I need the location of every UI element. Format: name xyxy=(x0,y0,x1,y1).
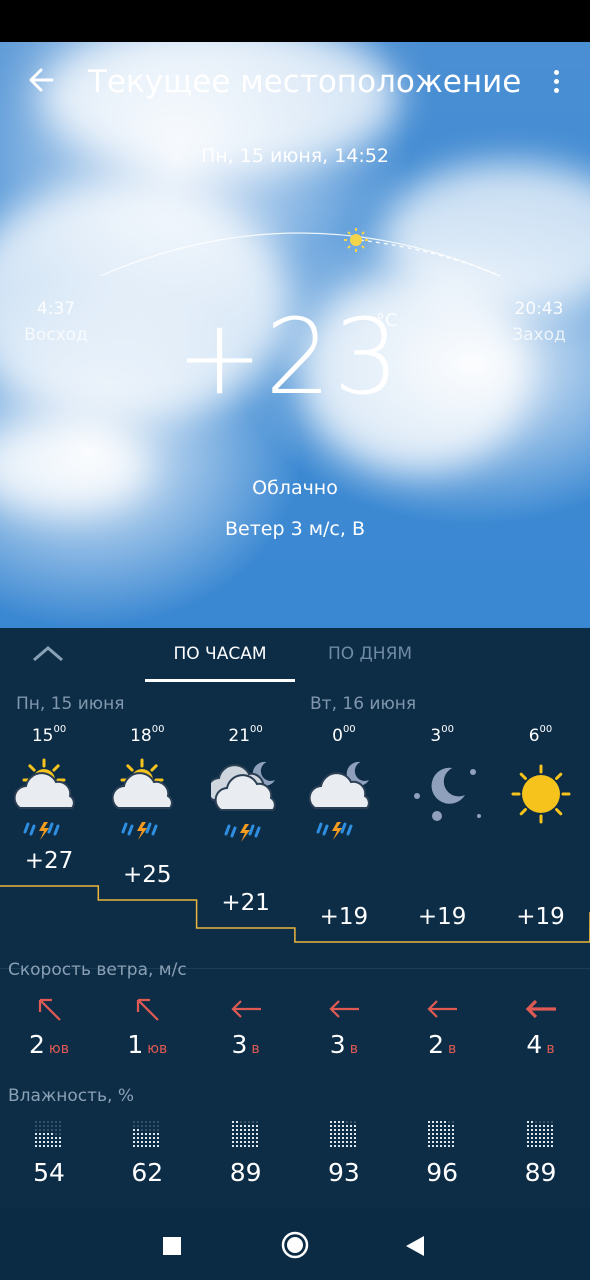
humidity-dots-icon xyxy=(526,1120,556,1150)
current-wind: Ветер 3 м/с, В xyxy=(224,518,365,540)
wind-direction-arrow-icon xyxy=(522,994,562,1024)
humidity-value: 89 xyxy=(229,1158,262,1187)
hour-label: 600 xyxy=(528,724,553,746)
humidity-dots-icon xyxy=(132,1120,162,1150)
wind-direction-arrow-icon xyxy=(30,994,70,1024)
moon-stars-icon xyxy=(407,756,482,838)
hour-label: 1500 xyxy=(31,724,67,746)
day-label-today: Пн, 15 июня xyxy=(16,694,125,714)
wind-speed-value: 1 юв xyxy=(127,1030,168,1059)
wind-speed-value: 3в xyxy=(329,1030,358,1059)
humidity-value: 54 xyxy=(33,1158,65,1187)
humidity-value: 96 xyxy=(426,1158,459,1187)
humidity-dots-icon xyxy=(427,1120,457,1150)
sunrise-label: Восход xyxy=(24,325,88,345)
recents-square-icon[interactable] xyxy=(162,1236,182,1260)
sun-position-icon xyxy=(344,228,368,252)
wind-section-title: Скорость ветра, м/с xyxy=(8,960,187,980)
hour-label: 300 xyxy=(430,724,454,746)
wind-direction-arrow-icon xyxy=(227,994,267,1024)
sun-cloud-thunderstorm-icon xyxy=(111,756,182,840)
sun-icon xyxy=(506,756,576,838)
wind-speed-value: 2 юв xyxy=(29,1030,69,1059)
status-bar xyxy=(0,0,590,42)
sunset-time: 20:43 xyxy=(514,299,564,319)
moon-cloud-thunderstorm-icon xyxy=(308,756,379,840)
sunset-block: 20:43 Заход xyxy=(506,296,572,348)
day-label-tomorrow: Вт, 16 июня xyxy=(310,694,417,714)
wind-direction-label: в xyxy=(251,1041,260,1057)
home-circle-icon[interactable] xyxy=(280,1230,310,1264)
tab-hourly[interactable]: ПО ЧАСАМ xyxy=(146,644,294,664)
back-arrow-icon[interactable] xyxy=(24,62,64,106)
wind-speed-value: 2в xyxy=(428,1030,457,1059)
forecast-panel: ПО ЧАСАМ ПО ДНЯМ Пн, 15 июня Вт, 16 июня… xyxy=(0,628,590,1208)
humidity-value: 89 xyxy=(524,1158,557,1187)
weather-condition: Облачно xyxy=(252,477,338,499)
humidity-dots-icon xyxy=(231,1120,261,1150)
system-navigation-bar xyxy=(0,1208,590,1280)
wind-speed-value: 4в xyxy=(526,1030,555,1059)
tab-daily[interactable]: ПО ДНЯМ xyxy=(296,644,444,664)
hour-temperature: +25 xyxy=(123,862,172,888)
hour-label: 000 xyxy=(332,724,356,746)
sun-cloud-thunderstorm-icon xyxy=(13,756,84,840)
chevron-up-icon[interactable] xyxy=(30,642,70,668)
hour-label: 1800 xyxy=(130,724,165,746)
hour-temperature: +19 xyxy=(417,904,467,930)
sunrise-block: 4:37 Восход xyxy=(22,296,90,348)
back-triangle-icon[interactable] xyxy=(404,1234,426,1262)
moon-clouds-thunderstorm-icon xyxy=(206,756,281,842)
hour-temperature: +21 xyxy=(221,890,270,916)
wind-direction-label: юв xyxy=(147,1041,168,1057)
current-datetime: Пн, 15 июня, 14:52 xyxy=(200,145,390,167)
sunset-label: Заход xyxy=(512,325,566,345)
wind-direction-arrow-icon xyxy=(128,994,168,1024)
more-menu-icon[interactable] xyxy=(548,66,564,106)
sunrise-time: 4:37 xyxy=(36,299,76,319)
wind-direction-label: в xyxy=(546,1041,555,1057)
humidity-section-title: Влажность, % xyxy=(8,1086,135,1106)
hour-temperature: +19 xyxy=(319,904,369,930)
temperature-unit: °C xyxy=(376,310,398,331)
current-temperature: +23 xyxy=(176,296,402,418)
wind-direction-label: юв xyxy=(48,1041,69,1057)
wind-direction-label: в xyxy=(349,1041,358,1057)
wind-direction-arrow-icon xyxy=(325,994,365,1024)
active-tab-indicator xyxy=(145,679,295,682)
hour-label: 2100 xyxy=(228,724,263,746)
humidity-value: 62 xyxy=(131,1158,164,1187)
humidity-value: 93 xyxy=(327,1158,360,1187)
wind-speed-value: 3в xyxy=(231,1030,260,1059)
hour-temperature: +27 xyxy=(24,848,74,874)
sun-path-arc xyxy=(99,228,501,277)
humidity-dots-icon xyxy=(34,1120,64,1150)
wind-direction-label: в xyxy=(448,1041,457,1057)
humidity-dots-icon xyxy=(329,1120,359,1150)
wind-direction-arrow-icon xyxy=(423,994,463,1024)
app-bar: Текущее местоположение xyxy=(0,42,590,128)
page-title: Текущее местоположение xyxy=(88,64,522,100)
hour-temperature: +19 xyxy=(516,904,565,930)
